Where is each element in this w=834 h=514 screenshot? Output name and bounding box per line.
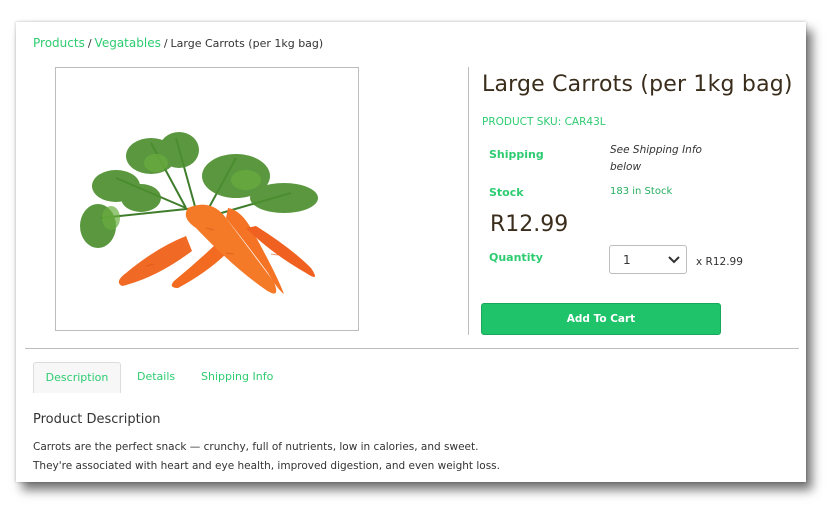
breadcrumb-link-products[interactable]: Products [33, 36, 85, 50]
chevron-down-icon [668, 256, 680, 264]
breadcrumb-separator: / [87, 37, 92, 50]
add-to-cart-button[interactable]: Add To Cart [481, 303, 721, 335]
horizontal-divider [25, 348, 799, 349]
tab-description[interactable]: Description [33, 362, 121, 393]
quantity-value: 1 [623, 253, 631, 267]
stock-label: Stock [489, 186, 524, 199]
quantity-select[interactable]: 1 [609, 245, 687, 274]
product-image [55, 67, 359, 331]
quantity-multiplier: x R12.99 [696, 256, 743, 268]
carrots-image [80, 132, 318, 294]
breadcrumb-link-vegatables[interactable]: Vegatables [95, 36, 161, 50]
quantity-label: Quantity [489, 251, 543, 264]
tab-details[interactable]: Details [137, 362, 175, 392]
product-price: R12.99 [490, 212, 569, 237]
product-sku: PRODUCT SKU: CAR43L [482, 116, 606, 128]
stock-value: 183 in Stock [610, 186, 673, 197]
description-heading: Product Description [33, 412, 161, 427]
breadcrumb-separator: / [163, 37, 168, 50]
shipping-label: Shipping [489, 148, 544, 161]
tab-shipping-info[interactable]: Shipping Info [201, 362, 273, 392]
description-line: They're associated with heart and eye he… [33, 460, 500, 472]
shipping-value: See Shipping Info below [610, 144, 702, 173]
breadcrumb-current: Large Carrots (per 1kg bag) [170, 37, 324, 50]
breadcrumb: Products / Vegatables / Large Carrots (per 1… [33, 36, 323, 50]
vertical-divider [468, 67, 469, 335]
description-line: Carrots are the perfect snack — crunchy,… [33, 441, 479, 453]
product-card: Products / Vegatables / Large Carrots (per 1… [16, 22, 806, 482]
product-title: Large Carrots (per 1kg bag) [482, 72, 793, 97]
